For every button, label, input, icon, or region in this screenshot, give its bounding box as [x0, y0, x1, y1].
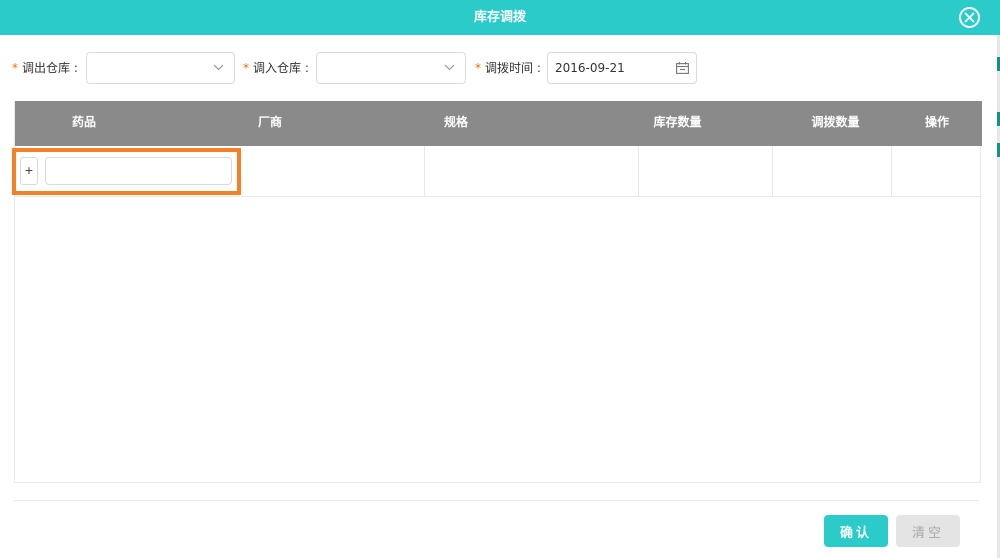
close-button[interactable] — [959, 7, 980, 28]
drug-input[interactable] — [45, 157, 232, 185]
form-row: * 调出仓库 : * 调入仓库 : * 调拨时间 : 2016-09-21 — [0, 52, 1000, 84]
chevron-down-icon — [213, 64, 224, 71]
cell-divider — [772, 146, 773, 196]
cell-divider — [891, 146, 892, 196]
footer-divider — [14, 500, 979, 501]
column-header-stock-qty: 库存数量 — [653, 115, 702, 129]
calendar-icon — [676, 62, 689, 74]
column-header-manufacturer: 厂商 — [257, 115, 282, 129]
transfer-time-label: * 调拨时间 : — [475, 61, 541, 75]
column-header-action: 操作 — [924, 115, 949, 129]
required-mark: * — [12, 61, 18, 75]
required-mark: * — [475, 61, 481, 75]
required-mark: * — [243, 61, 249, 75]
transfer-date-picker[interactable]: 2016-09-21 — [547, 52, 697, 84]
clear-button[interactable]: 清空 — [896, 515, 960, 547]
chevron-down-icon — [444, 64, 455, 71]
in-warehouse-label: * 调入仓库 : — [243, 61, 309, 75]
add-drug-button[interactable]: + — [20, 157, 38, 185]
cell-divider — [638, 146, 639, 196]
out-warehouse-select[interactable] — [86, 52, 235, 84]
dialog-header: 库存调拨 — [0, 0, 1000, 35]
confirm-button[interactable]: 确认 — [824, 515, 888, 547]
out-warehouse-label: * 调出仓库 : — [12, 61, 78, 75]
column-header-spec: 规格 — [443, 115, 468, 129]
in-warehouse-select[interactable] — [316, 52, 466, 84]
table-header: 药品 厂商 规格 库存数量 调拨数量 操作 — [15, 101, 982, 146]
column-header-drug: 药品 — [71, 115, 96, 129]
dialog-title: 库存调拨 — [473, 10, 526, 25]
close-icon — [964, 12, 975, 23]
column-header-transfer-qty: 调拨数量 — [811, 115, 860, 129]
cell-divider — [424, 146, 425, 196]
transfer-date-value: 2016-09-21 — [555, 61, 625, 75]
